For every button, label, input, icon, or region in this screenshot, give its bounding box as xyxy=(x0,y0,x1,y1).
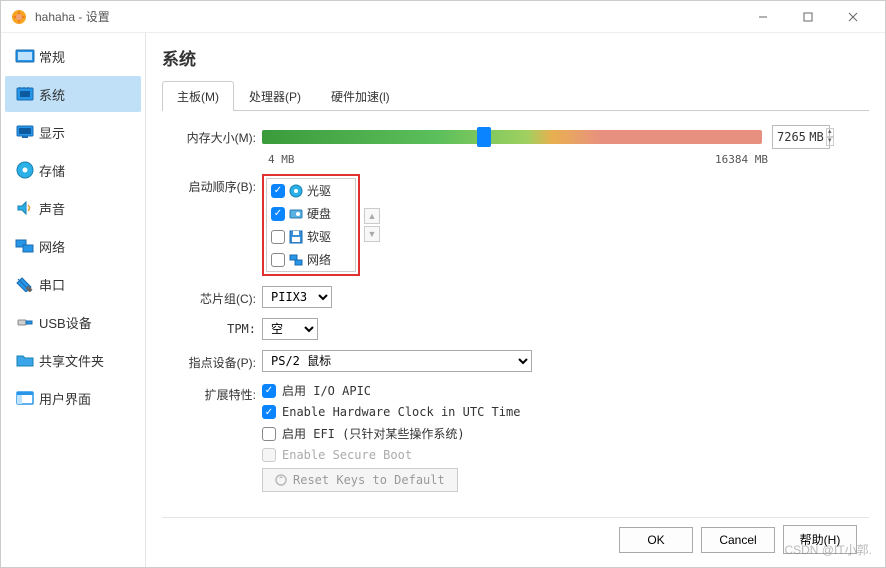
sidebar-item-label: 共享文件夹 xyxy=(39,351,104,370)
usb-icon xyxy=(11,314,39,330)
sidebar-item-label: 串口 xyxy=(39,275,65,294)
pointing-label: 指点设备(P): xyxy=(168,350,262,371)
close-button[interactable] xyxy=(830,2,875,32)
general-icon xyxy=(11,48,39,64)
chipset-label: 芯片组(C): xyxy=(168,286,262,307)
sidebar-item-serial[interactable]: 串口 xyxy=(5,266,141,302)
boot-item-optical[interactable]: ✓ 光驱 xyxy=(267,179,355,202)
boot-move-down[interactable]: ▼ xyxy=(364,226,380,242)
tab-acceleration[interactable]: 硬件加速(l) xyxy=(316,81,405,111)
boot-check-optical[interactable]: ✓ xyxy=(271,184,285,198)
boot-item-label: 光驱 xyxy=(307,182,331,199)
tabs: 主板(M) 处理器(P) 硬件加速(l) xyxy=(162,80,869,111)
sidebar-item-network[interactable]: 网络 xyxy=(5,228,141,264)
ext-secureboot-label: Enable Secure Boot xyxy=(282,448,412,462)
tpm-label: TPM: xyxy=(168,318,262,336)
netboot-icon xyxy=(289,253,303,267)
sidebar-item-display[interactable]: 显示 xyxy=(5,114,141,150)
boot-highlight-box: ✓ 光驱 ✓ 硬盘 xyxy=(262,174,360,276)
pointing-select[interactable]: PS/2 鼠标 xyxy=(262,350,532,372)
app-logo-icon xyxy=(11,9,27,25)
main-panel: 系统 主板(M) 处理器(P) 硬件加速(l) 内存大小(M): 7265 xyxy=(146,33,885,567)
tab-motherboard[interactable]: 主板(M) xyxy=(162,81,234,111)
sidebar-item-audio[interactable]: 声音 xyxy=(5,190,141,226)
boot-check-network[interactable] xyxy=(271,253,285,267)
boot-item-network[interactable]: 网络 xyxy=(267,248,355,271)
boot-item-label: 软驱 xyxy=(307,228,331,245)
tpm-select[interactable]: 空 xyxy=(262,318,318,340)
sidebar-item-label: 系统 xyxy=(39,85,65,104)
sidebar-item-shared[interactable]: 共享文件夹 xyxy=(5,342,141,378)
network-icon xyxy=(11,238,39,254)
sidebar-item-label: 存储 xyxy=(39,161,65,180)
boot-item-label: 硬盘 xyxy=(307,205,331,222)
ui-icon xyxy=(11,390,39,406)
sidebar-item-label: 网络 xyxy=(39,237,65,256)
cancel-button[interactable]: Cancel xyxy=(701,527,775,553)
ext-ioapic-label: 启用 I/O APIC xyxy=(282,382,371,399)
memory-label: 内存大小(M): xyxy=(168,125,262,146)
sidebar-item-label: 显示 xyxy=(39,123,65,142)
memory-input[interactable]: 7265 MB ▲▼ xyxy=(772,125,830,149)
boot-item-hdd[interactable]: ✓ 硬盘 xyxy=(267,202,355,225)
boot-item-label: 网络 xyxy=(307,251,331,268)
boot-item-floppy[interactable]: 软驱 xyxy=(267,225,355,248)
memory-spinner[interactable]: ▲▼ xyxy=(826,128,834,146)
storage-icon xyxy=(11,161,39,179)
memory-slider[interactable] xyxy=(262,130,762,144)
tab-processor[interactable]: 处理器(P) xyxy=(234,81,316,111)
memory-unit: MB xyxy=(809,130,823,144)
memory-value: 7265 xyxy=(777,130,806,144)
boot-check-floppy[interactable] xyxy=(271,230,285,244)
audio-icon xyxy=(11,200,39,216)
page-title: 系统 xyxy=(162,45,869,70)
sidebar-item-usb[interactable]: USB设备 xyxy=(5,304,141,340)
ext-label: 扩展特性: xyxy=(168,382,262,403)
sidebar: 常规 系统 显示 存储 声音 网络 xyxy=(1,33,146,567)
window-title: hahaha - 设置 xyxy=(35,8,740,25)
boot-check-hdd[interactable]: ✓ xyxy=(271,207,285,221)
sidebar-item-label: 声音 xyxy=(39,199,65,218)
display-icon xyxy=(11,124,39,140)
settings-window: hahaha - 设置 常规 系统 显示 存储 xyxy=(0,0,886,568)
ext-efi-label: 启用 EFI (只针对某些操作系统) xyxy=(282,425,465,442)
sidebar-item-ui[interactable]: 用户界面 xyxy=(5,380,141,416)
chipset-select[interactable]: PIIX3 xyxy=(262,286,332,308)
sidebar-item-storage[interactable]: 存储 xyxy=(5,152,141,188)
memory-scale-max: 16384 MB xyxy=(715,153,768,166)
memory-scale-min: 4 MB xyxy=(268,153,295,166)
sidebar-item-general[interactable]: 常规 xyxy=(5,38,141,74)
sidebar-item-system[interactable]: 系统 xyxy=(5,76,141,112)
ext-utc-label: Enable Hardware Clock in UTC Time xyxy=(282,405,520,419)
reset-icon xyxy=(275,474,287,486)
ext-utc-check[interactable]: ✓ xyxy=(262,405,276,419)
ext-secureboot-check xyxy=(262,448,276,462)
ok-button[interactable]: OK xyxy=(619,527,693,553)
optical-icon xyxy=(289,184,303,198)
boot-move-up[interactable]: ▲ xyxy=(364,208,380,224)
floppy-icon xyxy=(289,230,303,244)
hdd-icon xyxy=(289,207,303,221)
maximize-button[interactable] xyxy=(785,2,830,32)
sidebar-item-label: 常规 xyxy=(39,47,65,66)
folder-icon xyxy=(11,352,39,368)
titlebar: hahaha - 设置 xyxy=(1,1,885,33)
boot-label: 启动顺序(B): xyxy=(168,174,262,195)
sidebar-item-label: USB设备 xyxy=(39,313,92,332)
sidebar-item-label: 用户界面 xyxy=(39,389,91,408)
system-icon xyxy=(11,86,39,102)
reset-keys-button: Reset Keys to Default xyxy=(262,468,458,492)
serial-icon xyxy=(11,276,39,292)
ext-efi-check[interactable] xyxy=(262,427,276,441)
boot-order-list[interactable]: ✓ 光驱 ✓ 硬盘 xyxy=(266,178,356,272)
minimize-button[interactable] xyxy=(740,2,785,32)
watermark: CSDN @IT小郭. xyxy=(784,541,872,558)
dialog-footer: OK Cancel 帮助(H) xyxy=(162,517,869,561)
memory-slider-thumb[interactable] xyxy=(477,127,491,147)
ext-ioapic-check[interactable]: ✓ xyxy=(262,384,276,398)
